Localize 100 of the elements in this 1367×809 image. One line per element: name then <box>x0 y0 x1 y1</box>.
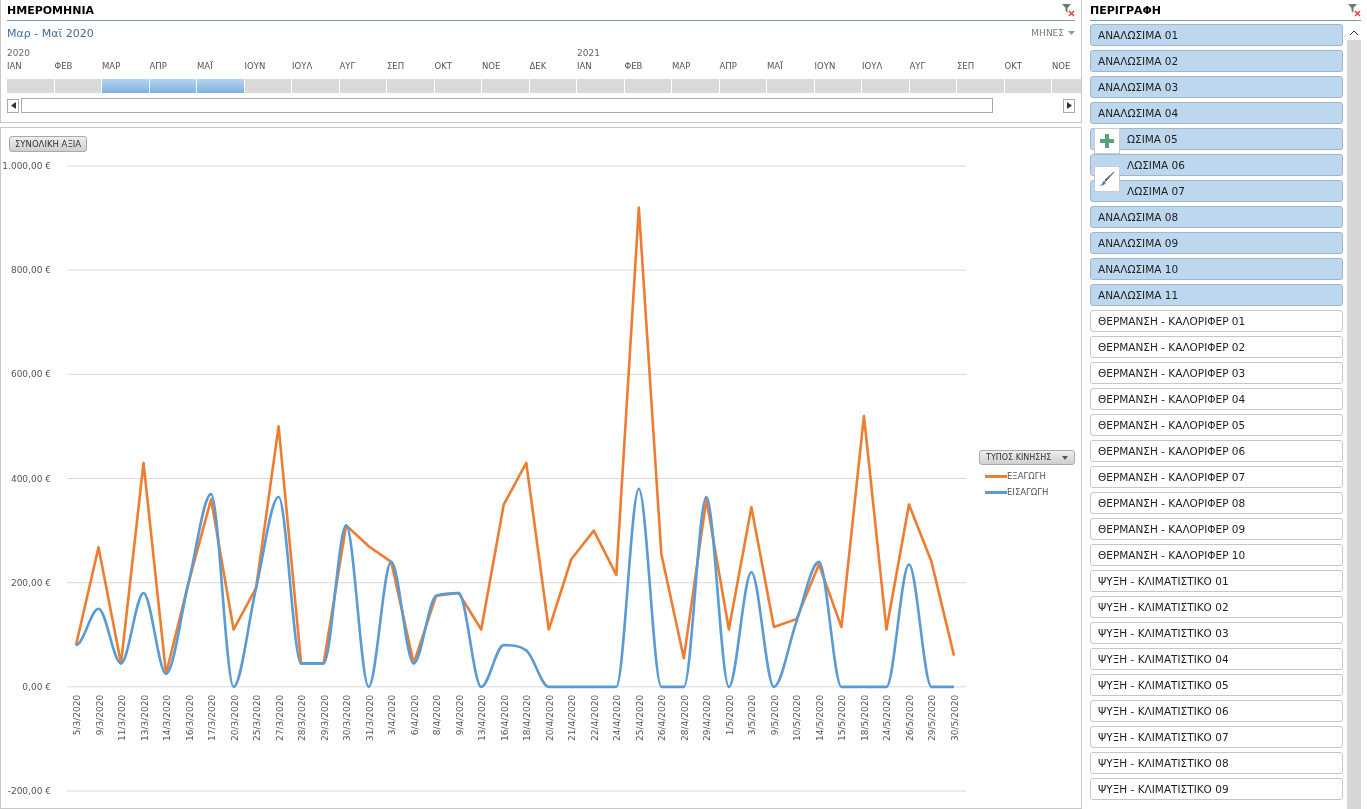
slicer-item[interactable]: ΑΝΑΛΩΣΙΜΑ 08 <box>1090 206 1343 228</box>
slicer-item[interactable]: ΑΝΑΛΩΣΙΜΑ 09 <box>1090 232 1343 254</box>
x-axis-label: 29/5/2020 <box>927 694 938 741</box>
slicer-item[interactable]: ΑΝΑΛΩΣΙΜΑ 03 <box>1090 76 1343 98</box>
x-axis-label: 14/3/2020 <box>162 694 173 741</box>
slicer-item[interactable]: ΘΕΡΜΑΝΣΗ - ΚΑΛΟΡΙΦΕΡ 08 <box>1090 492 1343 514</box>
slicer-item[interactable]: ΛΩΣΙΜΑ 07 <box>1090 180 1343 202</box>
slicer-item[interactable]: ΨΥΞΗ - ΚΛΙΜΑΤΙΣΤΙΚΟ 05 <box>1090 674 1343 696</box>
x-axis-label: 28/4/2020 <box>679 694 690 741</box>
slicer-item[interactable]: ΨΥΞΗ - ΚΛΙΜΑΤΙΣΤΙΚΟ 02 <box>1090 596 1343 618</box>
clear-filter-icon[interactable] <box>1347 3 1361 17</box>
month-label: ΙΟΥΝ <box>814 61 837 73</box>
slicer-item[interactable]: ΑΝΑΛΩΣΙΜΑ 04 <box>1090 102 1343 124</box>
month-tile[interactable] <box>767 79 814 93</box>
month-label: ΔΕΚ <box>529 61 548 73</box>
time-level-dropdown[interactable]: ΜΗΝΕΣ <box>1031 28 1075 38</box>
x-axis-label: 9/3/2020 <box>94 694 105 736</box>
month-tile[interactable] <box>529 79 576 93</box>
slicer-item[interactable]: ΨΥΞΗ - ΚΛΙΜΑΤΙΣΤΙΚΟ 08 <box>1090 752 1343 774</box>
x-axis-label: 16/3/2020 <box>184 694 195 741</box>
month-tile[interactable] <box>387 79 434 93</box>
slicer-item[interactable]: ΘΕΡΜΑΝΣΗ - ΚΑΛΟΡΙΦΕΡ 03 <box>1090 362 1343 384</box>
slicer-item[interactable]: ΛΩΣΙΜΑ 06 <box>1090 154 1343 176</box>
month-tile[interactable] <box>482 79 529 93</box>
x-axis-label: 20/3/2020 <box>229 694 240 741</box>
x-axis-label: 28/3/2020 <box>297 694 308 741</box>
value-field-button[interactable]: ΣΥΝΟΛΙΚΗ ΑΞΙΑ <box>9 136 88 152</box>
x-axis-label: 14/5/2020 <box>814 694 825 741</box>
y-axis-label: 600,00 € <box>10 369 51 380</box>
month-tile[interactable] <box>434 79 481 93</box>
x-axis-label: 6/4/2020 <box>409 694 420 736</box>
slicer-item[interactable]: ΨΥΞΗ - ΚΛΙΜΑΤΙΣΤΙΚΟ 01 <box>1090 570 1343 592</box>
add-button[interactable] <box>1094 128 1120 154</box>
slicer-item[interactable]: ΘΕΡΜΑΝΣΗ - ΚΑΛΟΡΙΦΕΡ 07 <box>1090 466 1343 488</box>
month-tile[interactable] <box>197 79 244 93</box>
month-tile[interactable] <box>719 79 766 93</box>
month-label: ΙΟΥΛ <box>292 61 314 73</box>
legend-label: ΕΞΑΓΩΓΗ <box>1007 471 1046 481</box>
scroll-left-button[interactable] <box>7 98 19 113</box>
x-axis-label: 13/3/2020 <box>139 694 150 741</box>
slicer-item[interactable]: ΩΣΙΜΑ 05 <box>1090 128 1343 150</box>
slicer-item[interactable]: ΑΝΑΛΩΣΙΜΑ 10 <box>1090 258 1343 280</box>
month-tile[interactable] <box>862 79 909 93</box>
month-tile[interactable] <box>624 79 671 93</box>
month-tile[interactable] <box>1004 79 1051 93</box>
x-axis-label: 25/4/2020 <box>634 694 645 741</box>
month-tile[interactable] <box>102 79 149 93</box>
x-axis-label: 31/3/2020 <box>364 694 375 741</box>
slicer-item[interactable]: ΑΝΑΛΩΣΙΜΑ 02 <box>1090 50 1343 72</box>
x-axis-label: 26/4/2020 <box>657 694 668 741</box>
x-axis-label: 3/4/2020 <box>387 694 398 736</box>
slicer-item[interactable]: ΨΥΞΗ - ΚΛΙΜΑΤΙΣΤΙΚΟ 03 <box>1090 622 1343 644</box>
date-range: Μαρ - Μαϊ 2020 <box>7 26 94 40</box>
slicer-item[interactable]: ΨΥΞΗ - ΚΛΙΜΑΤΙΣΤΙΚΟ 04 <box>1090 648 1343 670</box>
slicer-item[interactable]: ΘΕΡΜΑΝΣΗ - ΚΑΛΟΡΙΦΕΡ 05 <box>1090 414 1343 436</box>
slicer-item[interactable]: ΘΕΡΜΑΝΣΗ - ΚΑΛΟΡΙΦΕΡ 02 <box>1090 336 1343 358</box>
caret-icon <box>1062 455 1068 460</box>
x-axis-label: 24/5/2020 <box>882 694 893 741</box>
month-tile[interactable] <box>7 79 54 93</box>
legend-filter-button[interactable]: ΤΥΠΟΣ ΚΙΝΗΣΗΣ <box>979 450 1075 465</box>
slicer-item[interactable]: ΘΕΡΜΑΝΣΗ - ΚΑΛΟΡΙΦΕΡ 01 <box>1090 310 1343 332</box>
slicer-item[interactable]: ΨΥΞΗ - ΚΛΙΜΑΤΙΣΤΙΚΟ 07 <box>1090 726 1343 748</box>
slicer-item[interactable]: ΘΕΡΜΑΝΣΗ - ΚΑΛΟΡΙΦΕΡ 09 <box>1090 518 1343 540</box>
month-tile[interactable] <box>577 79 624 93</box>
slicer-item[interactable]: ΘΕΡΜΑΝΣΗ - ΚΑΛΟΡΙΦΕΡ 06 <box>1090 440 1343 462</box>
month-tile[interactable] <box>339 79 386 93</box>
month-tile[interactable] <box>54 79 101 93</box>
slicer-item[interactable]: ΨΥΞΗ - ΚΛΙΜΑΤΙΣΤΙΚΟ 09 <box>1090 778 1343 800</box>
month-label: ΑΥΓ <box>909 61 927 73</box>
month-tile[interactable] <box>814 79 861 93</box>
month-tile[interactable] <box>149 79 196 93</box>
x-axis-label: 22/4/2020 <box>589 694 600 741</box>
scroll-thumb[interactable] <box>21 98 993 113</box>
x-axis-label: 16/4/2020 <box>499 694 510 741</box>
clear-filter-icon[interactable] <box>1061 3 1075 17</box>
x-axis-label: 9/5/2020 <box>769 694 780 736</box>
x-axis-label: 17/3/2020 <box>207 694 218 741</box>
month-label: ΣΕΠ <box>387 61 406 73</box>
month-tile[interactable] <box>244 79 291 93</box>
x-axis-label: 11/3/2020 <box>117 694 128 741</box>
scroll-right-button[interactable] <box>1063 98 1075 113</box>
scrollbar[interactable] <box>1347 24 1361 809</box>
month-label: ΟΚΤ <box>1004 61 1023 73</box>
y-axis-label: 0,00 € <box>22 681 51 692</box>
plus-icon <box>1100 134 1114 148</box>
month-tile[interactable] <box>909 79 956 93</box>
slicer-item[interactable]: ΘΕΡΜΑΝΣΗ - ΚΑΛΟΡΙΦΕΡ 04 <box>1090 388 1343 410</box>
month-label: ΑΠΡ <box>719 61 738 73</box>
slicer-item[interactable]: ΑΝΑΛΩΣΙΜΑ 11 <box>1090 284 1343 306</box>
month-tile[interactable] <box>672 79 719 93</box>
right-arrow-icon <box>1066 102 1072 109</box>
month-tile[interactable] <box>292 79 339 93</box>
x-axis-label: 8/4/2020 <box>432 694 443 736</box>
month-tile[interactable] <box>957 79 1004 93</box>
x-axis-label: 20/4/2020 <box>544 694 555 741</box>
slicer-item[interactable]: ΨΥΞΗ - ΚΛΙΜΑΤΙΣΤΙΚΟ 06 <box>1090 700 1343 722</box>
slicer-item[interactable]: ΑΝΑΛΩΣΙΜΑ 01 <box>1090 24 1343 46</box>
slicer-item[interactable]: ΘΕΡΜΑΝΣΗ - ΚΑΛΟΡΙΦΕΡ 10 <box>1090 544 1343 566</box>
style-button[interactable] <box>1094 166 1120 192</box>
panel-title: ΗΜΕΡΟΜΗΝΙΑ <box>7 3 95 17</box>
